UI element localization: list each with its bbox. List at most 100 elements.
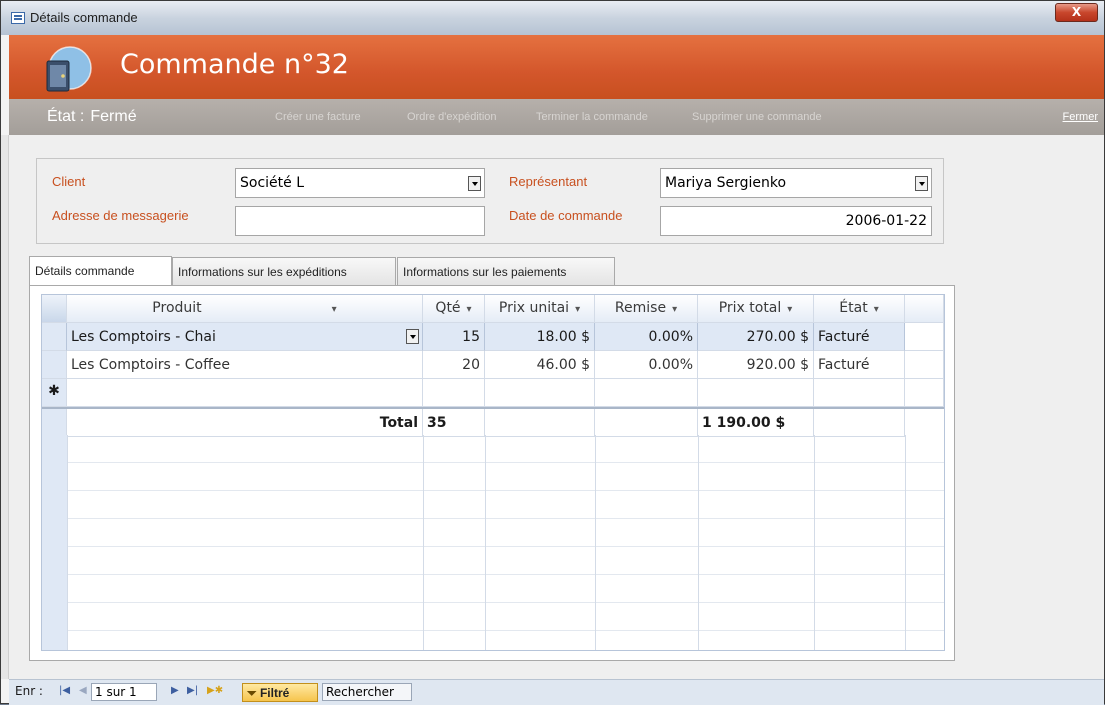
cell-total-price[interactable] [698,379,814,407]
total-empty-cell [485,409,595,437]
cell-unit-price[interactable] [485,379,595,407]
col-label-status: État [839,300,868,316]
sort-arrow-icon[interactable]: ▾ [467,304,472,315]
email-field[interactable] [235,206,485,236]
new-record-icon[interactable]: ▶✱ [207,685,223,696]
form-toolbar: État : Fermé Créer une facture Ordre d'ex… [9,99,1104,135]
chevron-down-icon[interactable] [915,176,928,191]
cell-status[interactable] [814,379,905,407]
col-header-qty[interactable]: Qté ▾ [423,295,485,323]
select-all-corner[interactable] [42,295,67,323]
cell-discount[interactable]: 0.00% [595,351,698,379]
last-record-icon[interactable]: ▶| [187,685,198,696]
cell-unit-price[interactable]: 18.00 $ [485,323,595,351]
grid-line [698,435,699,650]
cell-status[interactable]: Facturé [814,323,905,351]
col-header-empty [905,295,944,323]
order-date-label: Date de commande [509,208,623,223]
record-number-field[interactable]: 1 sur 1 [91,683,157,701]
total-empty-cell [595,409,698,437]
client-value: Société L [240,175,305,191]
col-header-discount[interactable]: Remise ▾ [595,295,698,323]
total-label: Total [67,409,423,437]
col-header-status[interactable]: État ▾ [814,295,905,323]
representative-label: Représentant [509,174,588,189]
status-label: État : Fermé [47,108,137,126]
table-row[interactable]: Les Comptoirs - Chai 15 18.00 $ 0.00% 27… [42,323,944,351]
chevron-down-icon[interactable] [406,329,419,344]
cell-total-price[interactable]: 270.00 $ [698,323,814,351]
cell-empty [905,351,944,379]
new-record-icon[interactable]: ✱ [42,379,67,407]
cell-total-price[interactable]: 920.00 $ [698,351,814,379]
next-record-icon[interactable]: ▶ [171,685,179,696]
cell-qty[interactable]: 15 [423,323,485,351]
complete-order-button[interactable]: Terminer la commande [536,111,648,123]
grid-line [814,435,815,650]
grid-empty-area [42,435,944,650]
grid-line [905,435,906,650]
table-row[interactable]: Les Comptoirs - Coffee 20 46.00 $ 0.00% … [42,351,944,379]
order-date-field[interactable]: 2006-01-22 [660,206,932,236]
close-form-button[interactable]: Fermer [1063,111,1098,123]
cell-product[interactable]: Les Comptoirs - Chai [67,323,423,351]
form-icon [11,12,25,24]
order-lines-grid: Produit ▾ Qté ▾ Prix unitai ▾ Remise ▾ Prix … [41,294,945,651]
col-header-unit-price[interactable]: Prix unitai ▾ [485,295,595,323]
tab-payment[interactable]: Informations sur les paiements [397,257,615,285]
delete-order-button[interactable]: Supprimer une commande [692,111,822,123]
search-input[interactable]: Rechercher [322,683,412,701]
col-header-product[interactable]: Produit ▾ [67,295,423,323]
order-date-value: 2006-01-22 [845,213,927,229]
address-label: Adresse de messagerie [52,208,189,223]
sort-arrow-icon[interactable]: ▾ [672,304,677,315]
shipping-order-button[interactable]: Ordre d'expédition [407,111,497,123]
total-empty-cell [814,409,905,437]
col-header-total-price[interactable]: Prix total ▾ [698,295,814,323]
cell-product[interactable] [67,379,423,407]
tab-shipping[interactable]: Informations sur les expéditions [172,257,396,285]
sort-arrow-icon[interactable]: ▾ [575,304,580,315]
page-title: Commande n°32 [120,49,349,80]
cell-discount[interactable]: 0.00% [595,323,698,351]
sort-arrow-icon[interactable]: ▾ [874,304,879,315]
grid-line [67,435,68,650]
cell-qty[interactable]: 20 [423,351,485,379]
chevron-down-icon[interactable] [468,176,481,191]
total-qty: 35 [423,409,485,437]
total-price: 1 190.00 $ [698,409,814,437]
order-logo-icon [46,46,92,92]
cell-discount[interactable] [595,379,698,407]
cell-empty [905,323,944,351]
col-label-product: Produit [152,300,202,316]
row-selector[interactable] [42,351,67,379]
close-window-button[interactable]: X [1055,3,1098,22]
filter-toggle-button[interactable]: ⏷ Filtré [242,683,318,702]
col-label-total-price: Prix total [718,300,782,316]
grid-header-row: Produit ▾ Qté ▾ Prix unitai ▾ Remise ▾ Prix … [42,295,944,323]
previous-record-icon[interactable]: ◀ [79,685,87,696]
representative-combo[interactable]: Mariya Sergienko [660,168,932,198]
row-selector [42,409,67,437]
tab-details[interactable]: Détails commande [29,256,172,286]
create-invoice-button[interactable]: Créer une facture [275,111,361,123]
new-record-row[interactable]: ✱ [42,379,944,407]
cell-status[interactable]: Facturé [814,351,905,379]
col-label-discount: Remise [614,300,667,316]
record-label: Enr : [15,684,43,698]
window-title: Détails commande [30,10,138,25]
row-selector[interactable] [42,323,67,351]
cell-unit-price[interactable]: 46.00 $ [485,351,595,379]
status-caption: État : [47,108,85,125]
client-combo[interactable]: Société L [235,168,485,198]
col-label-qty: Qté [435,300,461,316]
left-edge [1,135,9,679]
filter-label: Filtré [259,686,290,700]
grid-line [423,435,424,650]
filter-icon: ⏷ [247,686,257,700]
cell-product[interactable]: Les Comptoirs - Coffee [67,351,423,379]
sort-arrow-icon[interactable]: ▾ [787,304,792,315]
cell-qty[interactable] [423,379,485,407]
first-record-icon[interactable]: |◀ [59,685,70,696]
sort-arrow-icon[interactable]: ▾ [332,304,337,315]
